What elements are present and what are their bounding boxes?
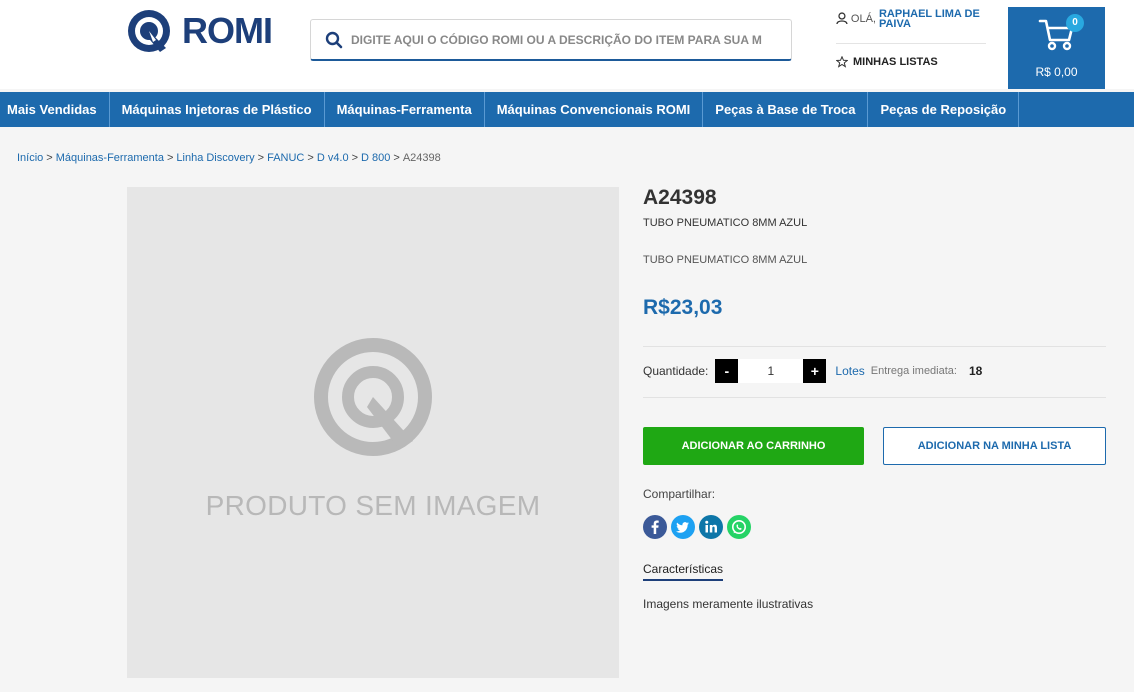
breadcrumb-link-d-800[interactable]: D 800 [361,152,390,164]
quantity-input[interactable] [738,359,804,383]
my-lists-label: MINHAS LISTAS [853,56,938,68]
cart-total: R$ 0,00 [1035,65,1078,79]
user-name[interactable]: RAPHAEL LIMA DE PAIVA [879,9,988,30]
product-image-placeholder: PRODUTO SEM IMAGEM [127,187,619,678]
nav-item-injetoras[interactable]: Máquinas Injetoras de Plástico [110,92,325,127]
quantity-row: Quantidade: - + Lotes Entrega imediata: … [643,358,982,384]
breadcrumb-link-inicio[interactable]: Início [17,152,43,164]
nav-item-mais-vendidas[interactable]: Mais Vendidas [0,92,110,127]
share-icons [643,515,755,539]
breadcrumb-link-d-v40[interactable]: D v4.0 [317,152,349,164]
product-code: A24398 [643,186,717,209]
nav-item-base-de-troca[interactable]: Peças à Base de Troca [703,92,869,127]
product-price: R$23,03 [643,296,723,319]
cart-count-badge: 0 [1066,14,1084,32]
search-icon[interactable] [325,31,343,49]
quantity-label: Quantidade: [643,364,709,378]
quantity-increase-button[interactable]: + [803,359,827,383]
romi-placeholder-logo-icon [314,338,432,456]
delivery-label: Entrega imediata: [870,365,957,377]
header-divider [836,43,986,44]
divider [643,397,1106,398]
main-nav: Mais Vendidas Máquinas Injetoras de Plás… [0,92,1134,127]
breadcrumb-current: A24398 [402,152,441,164]
nav-item-maquinas-ferramenta[interactable]: Máquinas-Ferramenta [325,92,485,127]
product-description: TUBO PNEUMATICO 8MM AZUL [643,254,808,266]
twitter-icon[interactable] [671,515,695,539]
brand-name: ROMI [182,10,273,51]
tab-characteristics[interactable]: Características [643,562,724,581]
share-label: Compartilhar: [643,487,716,501]
whatsapp-icon[interactable] [727,515,751,539]
search-input[interactable] [351,32,791,47]
facebook-icon[interactable] [643,515,667,539]
add-to-cart-button[interactable]: ADICIONAR AO CARRINHO [643,427,864,465]
breadcrumb: Início > Máquinas-Ferramenta > Linha Discove… [17,152,441,164]
lotes-link[interactable]: Lotes [835,364,864,378]
breadcrumb-link-maquinas-ferramenta[interactable]: Máquinas-Ferramenta [56,152,164,164]
delivery-value: 18 [968,364,983,378]
cart-button[interactable]: 0 R$ 0,00 [1008,7,1105,89]
site-header: ROMI OLÁ, RAPHAEL LIMA DE PAIVA MINHAS L… [0,0,1134,89]
nav-item-reposicao[interactable]: Peças de Reposição [868,92,1020,127]
breadcrumb-link-linha-discovery[interactable]: Linha Discovery [176,152,254,164]
romi-logo-icon [128,10,170,52]
star-icon [836,56,848,68]
user-icon [836,12,848,25]
product-title: TUBO PNEUMATICO 8MM AZUL [643,217,808,229]
search-bar[interactable] [310,19,792,61]
nav-item-convencionais[interactable]: Máquinas Convencionais ROMI [485,92,704,127]
no-image-text: PRODUTO SEM IMAGEM [205,490,541,521]
breadcrumb-link-fanuc[interactable]: FANUC [267,152,304,164]
quantity-decrease-button[interactable]: - [715,359,739,383]
illustrative-note: Imagens meramente ilustrativas [643,597,814,611]
user-greeting[interactable]: OLÁ, RAPHAEL LIMA DE PAIVA [836,9,988,30]
greeting-text: OLÁ, [850,13,876,25]
divider [643,346,1106,347]
my-lists-link[interactable]: MINHAS LISTAS [836,56,938,68]
linkedin-icon[interactable] [699,515,723,539]
romi-logo[interactable]: ROMI [126,8,273,54]
add-to-list-button[interactable]: ADICIONAR NA MINHA LISTA [883,427,1106,465]
